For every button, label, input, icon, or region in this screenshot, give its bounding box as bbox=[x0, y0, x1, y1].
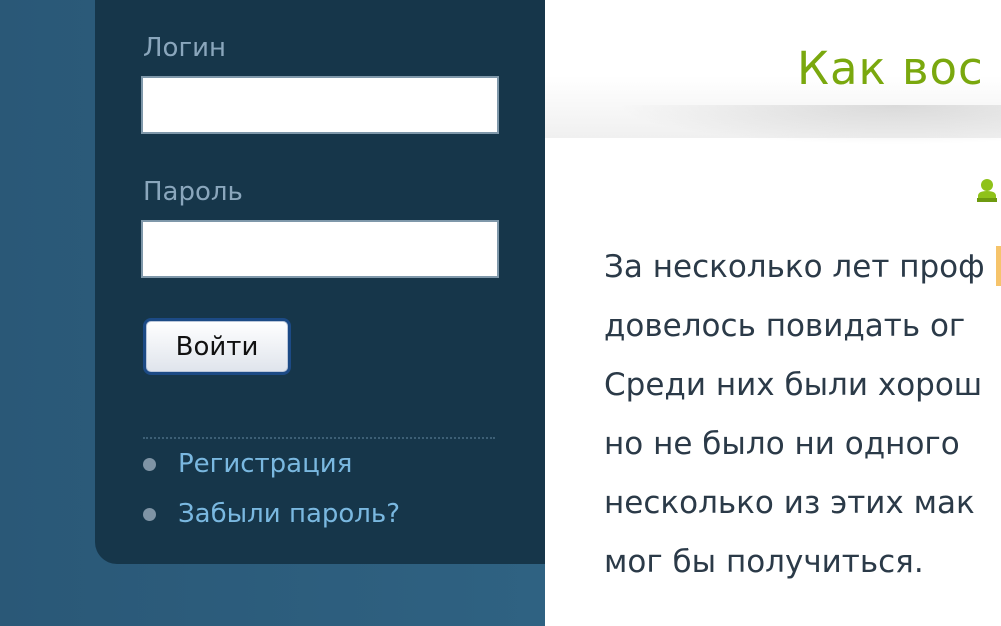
register-link[interactable]: Регистрация bbox=[178, 449, 352, 479]
password-input[interactable] bbox=[141, 220, 499, 278]
user-icon bbox=[977, 179, 997, 202]
login-input[interactable] bbox=[141, 76, 499, 134]
bullet-icon bbox=[143, 457, 156, 471]
password-label: Пароль bbox=[143, 177, 243, 207]
article-line: довелось повидать ог bbox=[604, 308, 966, 344]
article-body: За несколько лет проф довелось повидать … bbox=[604, 238, 1001, 592]
forgot-password-link-item[interactable]: Забыли пароль? bbox=[143, 499, 400, 529]
article-title[interactable]: Как вос bbox=[797, 42, 984, 95]
forgot-password-link[interactable]: Забыли пароль? bbox=[178, 499, 400, 529]
login-label: Логин bbox=[143, 33, 227, 63]
article-line: За несколько лет проф bbox=[604, 249, 985, 285]
bullet-icon bbox=[143, 507, 156, 521]
divider bbox=[143, 437, 495, 439]
login-button[interactable]: Войти bbox=[143, 318, 291, 375]
article-line: несколько из этих мак bbox=[604, 485, 975, 521]
article-content: Как вос За несколько лет проф довелось п… bbox=[545, 0, 1001, 626]
article-line: Среди них были хорош bbox=[604, 367, 983, 403]
register-link-item[interactable]: Регистрация bbox=[143, 449, 352, 479]
article-line: но не было ни одного bbox=[604, 426, 960, 462]
article-line: мог бы получиться. bbox=[604, 544, 924, 580]
title-shadow bbox=[615, 105, 1001, 145]
